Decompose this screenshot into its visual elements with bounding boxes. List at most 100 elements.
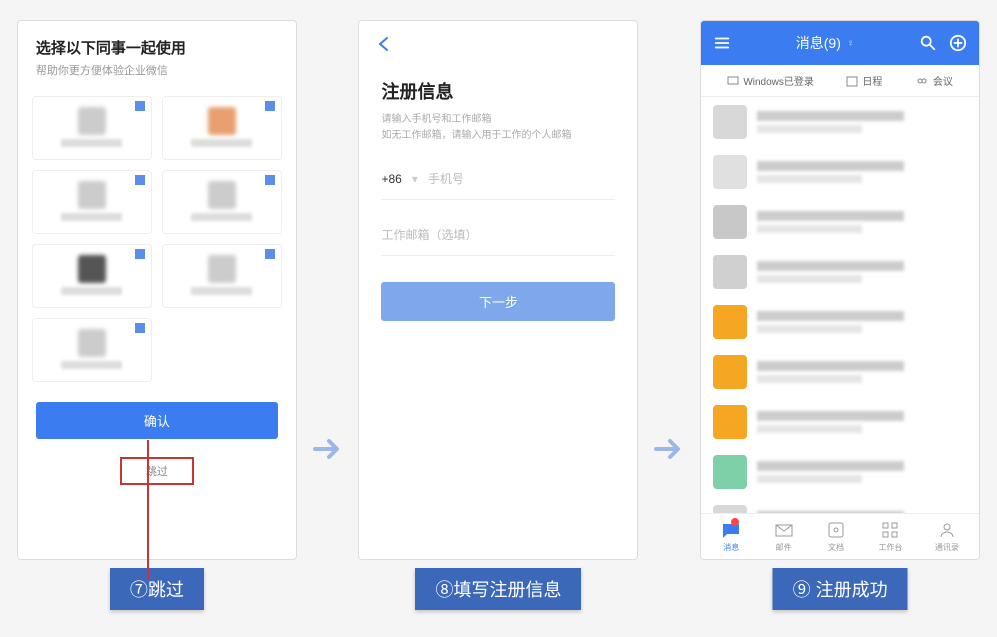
message-item[interactable]	[701, 447, 979, 497]
plus-icon	[265, 249, 275, 259]
plus-icon	[135, 175, 145, 185]
message-item[interactable]	[701, 347, 979, 397]
message-list[interactable]	[701, 97, 979, 513]
message-preview	[757, 275, 862, 283]
register-hint1: 请输入手机号和工作邮箱	[381, 112, 615, 128]
step-label-8: ⑧填写注册信息	[415, 568, 581, 610]
message-title	[757, 111, 904, 121]
screen1-header: 选择以下同事一起使用 帮助你更方便体验企业微信	[18, 21, 296, 86]
screen-messages: 消息(9) ♀ Windows已登录 日程 会议	[700, 20, 980, 560]
menu-icon[interactable]	[713, 34, 731, 52]
monitor-icon	[727, 75, 739, 87]
message-item[interactable]	[701, 97, 979, 147]
message-title	[757, 311, 904, 321]
phone-placeholder: 手机号	[428, 170, 616, 187]
message-title	[757, 461, 904, 471]
message-item[interactable]	[701, 247, 979, 297]
avatar	[713, 255, 747, 289]
avatar	[713, 205, 747, 239]
colleague-card[interactable]	[162, 170, 282, 234]
avatar	[713, 455, 747, 489]
step-label-9: ⑨ 注册成功	[773, 568, 908, 610]
doc-icon	[826, 520, 846, 540]
step-label-7: ⑦跳过	[110, 568, 204, 610]
avatar	[713, 405, 747, 439]
nav-doc[interactable]: 文档	[826, 520, 846, 553]
screen1-title: 选择以下同事一起使用	[36, 37, 278, 58]
colleague-card[interactable]	[162, 244, 282, 308]
nav-mail[interactable]: 邮件	[774, 520, 794, 553]
nav-contacts[interactable]: 通讯录	[935, 520, 959, 553]
colleague-card[interactable]	[32, 170, 152, 234]
confirm-button[interactable]: 确认	[36, 402, 278, 439]
arrow-icon	[652, 432, 686, 466]
colleague-card[interactable]	[32, 244, 152, 308]
message-preview	[757, 475, 862, 483]
message-item[interactable]	[701, 397, 979, 447]
callout-line	[147, 440, 149, 580]
message-title	[757, 261, 904, 271]
messages-header: 消息(9) ♀	[701, 21, 979, 65]
message-item[interactable]	[701, 197, 979, 247]
mute-icon: ♀	[847, 38, 855, 49]
screen1-footer: 确认 跳过	[18, 392, 296, 499]
colleague-card[interactable]	[162, 96, 282, 160]
screen-register-info: 注册信息 请输入手机号和工作邮箱 如无工作邮箱，请输入用于工作的个人邮箱 +86…	[358, 20, 638, 560]
tab-schedule[interactable]: 日程	[846, 73, 882, 88]
quick-tabs: Windows已登录 日程 会议	[701, 65, 979, 97]
screen-select-colleagues: 选择以下同事一起使用 帮助你更方便体验企业微信 确认 跳过	[17, 20, 297, 560]
tab-windows[interactable]: Windows已登录	[727, 73, 814, 88]
mail-icon	[774, 520, 794, 540]
message-preview	[757, 225, 862, 233]
plus-icon	[135, 101, 145, 111]
message-item[interactable]	[701, 497, 979, 513]
colleague-card[interactable]	[32, 318, 152, 382]
tab-meeting[interactable]: 会议	[915, 73, 953, 88]
register-hint2: 如无工作邮箱，请输入用于工作的个人邮箱	[381, 128, 615, 144]
arrow-icon	[311, 432, 345, 466]
skip-area: 跳过	[36, 453, 278, 489]
avatar	[713, 155, 747, 189]
message-title	[757, 161, 904, 171]
message-title	[757, 511, 904, 513]
message-preview	[757, 375, 862, 383]
plus-icon	[135, 323, 145, 333]
message-title	[757, 211, 904, 221]
nav-messages[interactable]: 消息	[721, 520, 741, 553]
plus-icon	[135, 249, 145, 259]
message-title	[757, 361, 904, 371]
phone-prefix[interactable]: +86	[381, 172, 401, 186]
meeting-icon	[915, 75, 929, 87]
bottom-nav: 消息 邮件 文档 工作台 通讯录	[701, 513, 979, 559]
grid-icon	[880, 520, 900, 540]
screen1-subtitle: 帮助你更方便体验企业微信	[36, 62, 278, 78]
header-title: 消息(9)	[796, 33, 841, 53]
add-icon[interactable]	[949, 34, 967, 52]
plus-icon	[265, 101, 275, 111]
calendar-icon	[846, 75, 858, 87]
back-button[interactable]	[359, 21, 637, 72]
message-title	[757, 411, 904, 421]
register-title: 注册信息	[381, 78, 615, 104]
email-placeholder: 工作邮箱（选填）	[381, 226, 615, 243]
phone-input-row[interactable]: +86 ▾ 手机号	[381, 158, 615, 200]
arrow-left-icon	[375, 35, 393, 53]
message-preview	[757, 125, 862, 133]
chevron-down-icon: ▾	[412, 172, 418, 186]
search-icon[interactable]	[919, 34, 937, 52]
message-item[interactable]	[701, 147, 979, 197]
plus-icon	[265, 175, 275, 185]
contacts-icon	[937, 520, 957, 540]
avatar	[713, 355, 747, 389]
message-preview	[757, 325, 862, 333]
avatar	[713, 305, 747, 339]
avatar	[713, 105, 747, 139]
message-preview	[757, 175, 862, 183]
skip-button[interactable]: 跳过	[120, 457, 194, 485]
next-button[interactable]: 下一步	[381, 282, 615, 321]
email-input-row[interactable]: 工作邮箱（选填）	[381, 214, 615, 256]
message-item[interactable]	[701, 297, 979, 347]
avatar	[713, 505, 747, 513]
nav-workspace[interactable]: 工作台	[878, 520, 902, 553]
colleague-card[interactable]	[32, 96, 152, 160]
